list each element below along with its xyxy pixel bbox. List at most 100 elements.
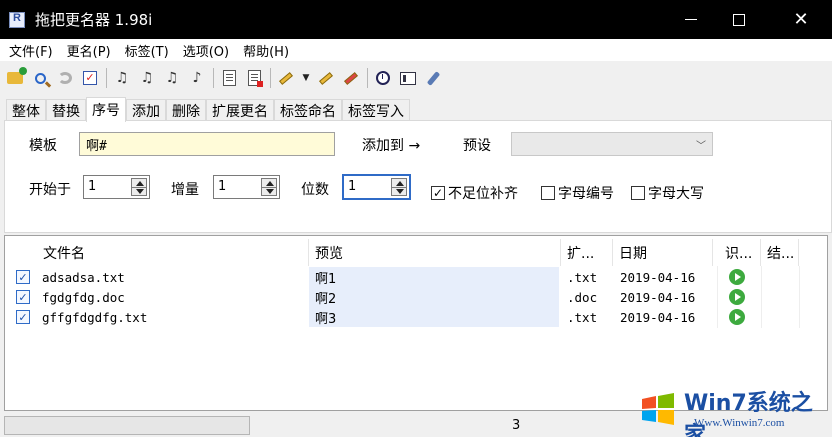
- sequence-panel: 模板 添加到 → 预设 ﹀ 开始于 1 增量 1 位数 1 ✓ 不足位补齐 字: [4, 120, 832, 233]
- start-value: 1: [88, 179, 97, 194]
- tab-tag-naming[interactable]: 标签命名: [274, 99, 342, 121]
- undo-button[interactable]: [54, 67, 76, 89]
- column-header-result[interactable]: 结...: [761, 239, 799, 266]
- row-checkbox[interactable]: ✓: [16, 270, 30, 284]
- music-tag-icon: ♫: [140, 70, 154, 86]
- pad-checkbox[interactable]: ✓ 不足位补齐: [431, 183, 518, 203]
- music-tag-button-4[interactable]: ♪: [186, 67, 208, 89]
- pen-delete-button[interactable]: [340, 67, 362, 89]
- add-to-label: 添加到 →: [362, 138, 421, 154]
- watermark-url: Www.Winwin7.com: [694, 417, 785, 429]
- pen-dropdown-button[interactable]: ▼: [300, 67, 312, 89]
- progress-bar: [4, 416, 250, 435]
- uppercase-checkbox-box[interactable]: [631, 186, 645, 200]
- panel-button[interactable]: [397, 67, 419, 89]
- search-button[interactable]: [29, 67, 51, 89]
- maximize-icon: [733, 13, 745, 26]
- tab-replace[interactable]: 替换: [46, 99, 86, 121]
- open-folder-button[interactable]: [4, 67, 27, 89]
- step-spinner-buttons[interactable]: [261, 178, 277, 196]
- chevron-down-icon: ﹀: [696, 141, 706, 152]
- tab-sequence[interactable]: 序号: [86, 97, 126, 122]
- column-header-date[interactable]: 日期: [613, 239, 713, 266]
- preset-label: 预设: [463, 138, 491, 154]
- spin-down-icon: [136, 189, 144, 194]
- search-icon: [34, 72, 46, 84]
- close-icon: ✕: [793, 9, 809, 30]
- uppercase-checkbox[interactable]: 字母大写: [631, 183, 704, 203]
- app-window: 拖把更名器 1.98i ✕ 文件(F) 更名(P) 标签(T) 选项(O) 帮助…: [0, 0, 832, 437]
- menu-options[interactable]: 选项(O): [174, 41, 234, 60]
- digits-spinner[interactable]: 1: [342, 174, 411, 200]
- row-extension: .doc: [567, 289, 598, 305]
- pad-label: 不足位补齐: [448, 186, 518, 202]
- music-tag-icon: ♫: [165, 70, 179, 86]
- music-tag-button-2[interactable]: ♫: [136, 67, 158, 89]
- row-date: 2019-04-16: [620, 309, 696, 325]
- windows-logo-icon: [642, 393, 674, 425]
- column-header-recognized[interactable]: 识...: [719, 239, 761, 266]
- minimize-icon: [685, 19, 697, 20]
- close-button[interactable]: ✕: [778, 0, 824, 39]
- menu-help[interactable]: 帮助(H): [234, 41, 294, 60]
- row-filename: adsadsa.txt: [42, 269, 125, 285]
- pen-document-icon: [319, 71, 333, 85]
- column-header-filename[interactable]: 文件名: [37, 239, 309, 266]
- letter-number-checkbox[interactable]: 字母编号: [541, 183, 614, 203]
- wrench-icon: [426, 70, 440, 86]
- music-tag-icon: ♪: [192, 70, 202, 86]
- check-button[interactable]: ✓: [79, 67, 101, 89]
- tab-delete[interactable]: 删除: [166, 99, 206, 121]
- document-button[interactable]: [218, 67, 240, 89]
- clock-button[interactable]: [372, 67, 394, 89]
- tab-add[interactable]: 添加: [126, 99, 166, 121]
- document-icon: [222, 70, 236, 86]
- toolbar-separator: [270, 68, 271, 88]
- preset-select[interactable]: ﹀: [511, 132, 713, 156]
- window-title: 拖把更名器 1.98i: [35, 11, 153, 29]
- menu-file[interactable]: 文件(F): [0, 41, 58, 60]
- step-spinner[interactable]: 1: [213, 175, 280, 199]
- table-row[interactable]: ✓ gffgfdgdfg.txt 啊3 .txt 2019-04-16: [5, 307, 800, 327]
- music-tag-button-3[interactable]: ♫: [161, 67, 183, 89]
- row-date: 2019-04-16: [620, 289, 696, 305]
- maximize-button[interactable]: [716, 0, 762, 39]
- watermark: Win7系统之家 Www.Winwin7.com: [632, 375, 832, 437]
- column-header-preview[interactable]: 预览: [309, 239, 561, 266]
- table-row[interactable]: ✓ fgdgfdg.doc 啊2 .doc 2019-04-16: [5, 287, 800, 307]
- table-row[interactable]: ✓ adsadsa.txt 啊1 .txt 2019-04-16: [5, 267, 800, 287]
- pad-checkbox-box[interactable]: ✓: [431, 186, 445, 200]
- row-checkbox[interactable]: ✓: [16, 290, 30, 304]
- row-preview: 啊1: [315, 271, 337, 287]
- toolbar-separator: [367, 68, 368, 88]
- step-label: 增量: [171, 182, 199, 198]
- tab-tag-write[interactable]: 标签写入: [342, 99, 410, 121]
- start-spinner[interactable]: 1: [83, 175, 150, 199]
- spin-up-icon: [396, 181, 404, 186]
- toolbar-separator: [106, 68, 107, 88]
- tab-extended-rename[interactable]: 扩展更名: [206, 99, 274, 121]
- row-extension: .txt: [567, 309, 598, 325]
- music-tag-button-1[interactable]: ♫: [111, 67, 133, 89]
- pen-button[interactable]: [275, 67, 297, 89]
- pen-icon: [279, 71, 293, 85]
- pen-document-button[interactable]: [315, 67, 337, 89]
- settings-button[interactable]: [422, 67, 444, 89]
- pen-delete-icon: [344, 71, 358, 85]
- toolbar-separator: [213, 68, 214, 88]
- letter-number-checkbox-box[interactable]: [541, 186, 555, 200]
- column-header-extension[interactable]: 扩...: [561, 239, 613, 266]
- toolbar: ✓ ♫ ♫ ♫ ♪ ▼: [0, 62, 832, 94]
- menu-rename[interactable]: 更名(P): [58, 41, 116, 60]
- spin-down-icon: [396, 189, 404, 194]
- document-red-button[interactable]: [243, 67, 265, 89]
- start-spinner-buttons[interactable]: [131, 178, 147, 196]
- dropdown-icon: ▼: [302, 73, 310, 83]
- digits-spinner-buttons[interactable]: [391, 178, 407, 196]
- menu-tags[interactable]: 标签(T): [116, 41, 174, 60]
- tab-overall[interactable]: 整体: [6, 99, 46, 121]
- minimize-button[interactable]: [668, 0, 714, 39]
- template-input[interactable]: [79, 132, 335, 156]
- row-preview: 啊2: [315, 291, 337, 307]
- row-checkbox[interactable]: ✓: [16, 310, 30, 324]
